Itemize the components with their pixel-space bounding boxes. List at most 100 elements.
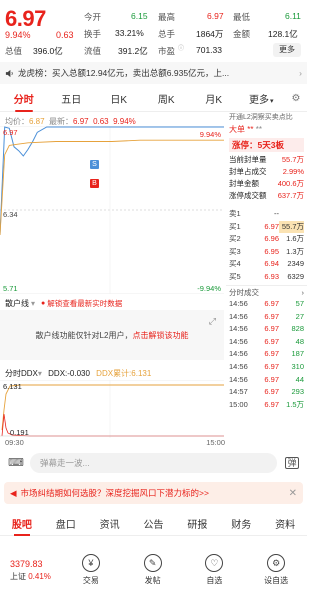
tab-five-day[interactable]: 五日	[48, 91, 96, 106]
stat-pe: 市盈	[158, 46, 176, 56]
stat-turnover-value: 33.21%	[115, 28, 144, 38]
watchlist-button[interactable]: ♡ 自选	[184, 554, 246, 586]
tab-news[interactable]: 资讯	[88, 516, 132, 531]
deal-price: 6.97	[264, 387, 279, 397]
danmaku-input[interactable]: 弹幕走一波...	[30, 453, 277, 473]
deal-qty: 44	[295, 374, 304, 384]
tab-intraday[interactable]: 分时	[0, 91, 48, 112]
average-line	[0, 139, 224, 236]
yen-icon: ¥	[81, 554, 100, 572]
chart-period-tabs: 分时 五日 日K 周K 月K 更多▾ ⚙	[0, 86, 307, 112]
deal-time: 15:00	[229, 399, 248, 409]
stat-volume: 总手	[158, 29, 176, 39]
deal-time: 14:56	[229, 349, 248, 359]
y-label-mid: 6.34	[3, 210, 18, 219]
deal-price: 6.97	[264, 336, 279, 346]
l2-stat-row: 涨停成交额 637.7万	[229, 191, 304, 200]
stat-open-value: 6.15	[131, 11, 148, 21]
deal-qty: 310	[291, 361, 304, 371]
tab-more[interactable]: 更多▾	[238, 91, 286, 106]
tab-announcements[interactable]: 公告	[132, 516, 176, 531]
more-button[interactable]: 更多	[273, 43, 301, 57]
deal-row: 14:56 6.97 187	[226, 348, 307, 361]
deal-qty: 48	[295, 336, 304, 346]
time-end: 15:00	[206, 438, 225, 447]
danmaku-toggle-icon[interactable]: 弹	[285, 457, 299, 469]
buy-marker[interactable]: B	[90, 179, 99, 188]
deal-price: 6.97	[264, 349, 279, 359]
order-book-row: 买1 6.97 55.7万	[226, 220, 307, 233]
current-price: 6.97	[5, 6, 46, 31]
deal-price: 6.97	[264, 311, 279, 321]
index-widget[interactable]: 3379.83 上证 0.41%	[0, 559, 60, 582]
retail-line-locked-box: 散户线功能仅针对L2用户，点击解锁该功能 ⤢	[0, 310, 224, 360]
chevron-down-icon: ▾	[31, 298, 36, 308]
l2-panel: 开通L2洞察买卖点比 大单 ** ** 涨停：5天3板 当前封单量 55.7万 封…	[226, 112, 307, 432]
deal-qty: 187	[291, 349, 304, 359]
index-name: 上证 0.41%	[10, 571, 51, 581]
chevron-down-icon: ▾	[269, 98, 274, 105]
deal-time: 14:56	[229, 374, 248, 384]
deal-price: 6.97	[264, 299, 279, 308]
tab-finance[interactable]: 财务	[219, 516, 263, 531]
deal-row: 14:57 6.97 293	[226, 386, 307, 399]
gear-icon[interactable]: ⚙	[285, 93, 307, 104]
deal-time: 14:56	[229, 361, 248, 371]
order-book-row: 买5 6.93 6329	[229, 271, 304, 281]
deal-price: 6.97	[264, 361, 279, 371]
promo-banner[interactable]: ◀ 市场纠结期如何选股？深度挖掘风口下潜力标的>> ✕	[4, 482, 303, 504]
stat-float-cap: 流值	[84, 46, 102, 56]
intraday-chart-svg	[0, 126, 224, 294]
price-line	[0, 126, 224, 236]
intraday-chart[interactable]: 6.97 6.34 5.71 9.94% -9.94% S B	[0, 126, 224, 294]
stat-total-cap: 总值	[5, 46, 23, 56]
promo-text: 市场纠结期如何选股？深度挖掘风口下潜力标的>>	[20, 488, 209, 498]
l2-title: 大单 ** **	[229, 125, 262, 134]
close-icon[interactable]: ✕	[289, 488, 297, 499]
order-book-row: 买3 6.95 1.3万	[229, 246, 304, 256]
l2-upgrade-link[interactable]: 开通L2洞察买卖点比	[226, 112, 307, 124]
chevron-right-icon: ›	[299, 68, 302, 78]
tab-research[interactable]: 研报	[175, 516, 219, 531]
tab-monthly-k[interactable]: 月K	[190, 91, 238, 106]
index-value: 3379.83	[10, 558, 43, 569]
tab-profile[interactable]: 资料	[263, 516, 307, 531]
sell-marker[interactable]: S	[90, 160, 99, 169]
deals-header[interactable]: 分时成交 ›	[226, 285, 307, 298]
y-label-bottom: 5.71	[3, 284, 18, 293]
y-label-top: 6.97	[3, 128, 18, 137]
deal-row: 14:56 6.97 57	[226, 298, 307, 311]
keyboard-icon[interactable]: ⌨	[8, 456, 24, 470]
deal-qty: 27	[295, 311, 304, 321]
order-book-row: 买4 6.94 2349	[229, 259, 304, 268]
stat-total-cap-value: 396.0亿	[33, 46, 63, 56]
stat-volume-value: 1864万	[196, 29, 224, 39]
trade-button[interactable]: ¥ 交易	[60, 554, 122, 586]
tab-weekly-k[interactable]: 周K	[143, 91, 191, 106]
y-label-bottom-right: -9.94%	[197, 284, 221, 293]
ddx-chart-svg	[0, 380, 224, 438]
post-button[interactable]: ✎ 发帖	[122, 554, 184, 586]
time-start: 09:30	[5, 438, 24, 447]
dragon-tiger-banner[interactable]: 龙虎榜：买入总额12.94亿元，卖出总额6.935亿元，上... ›	[0, 62, 307, 84]
deal-qty: 1.5万	[286, 399, 304, 409]
deal-time: 14:57	[229, 387, 248, 397]
set-watchlist-button[interactable]: ⚙ 设自选	[245, 554, 307, 586]
deal-row: 14:56 6.97 310	[226, 361, 307, 374]
deal-qty: 293	[291, 387, 304, 397]
footer-bar: 3379.83 上证 0.41% ¥ 交易 ✎ 发帖 ♡ 自选 ⚙ 设自选	[0, 540, 307, 600]
deal-time: 14:56	[229, 324, 248, 334]
tab-forum[interactable]: 股吧	[0, 516, 44, 536]
unlock-link[interactable]: 解锁查看最新实时数据	[47, 298, 122, 309]
stat-amount: 金额	[233, 29, 251, 39]
tab-handicap[interactable]: 盘口	[44, 516, 88, 531]
tab-daily-k[interactable]: 日K	[95, 91, 143, 106]
limit-up-badge: 涨停：5天3板	[229, 138, 304, 152]
unlock-feature-link[interactable]: 点击解锁该功能	[132, 331, 188, 340]
deal-row: 14:56 6.97 44	[226, 374, 307, 387]
deal-price: 6.97	[264, 324, 279, 334]
deal-qty: 828	[291, 324, 304, 334]
expand-icon[interactable]: ⤢	[209, 316, 216, 327]
deal-row: 15:00 6.97 1.5万	[226, 399, 307, 412]
time-axis: 09:30 15:00	[5, 438, 225, 447]
